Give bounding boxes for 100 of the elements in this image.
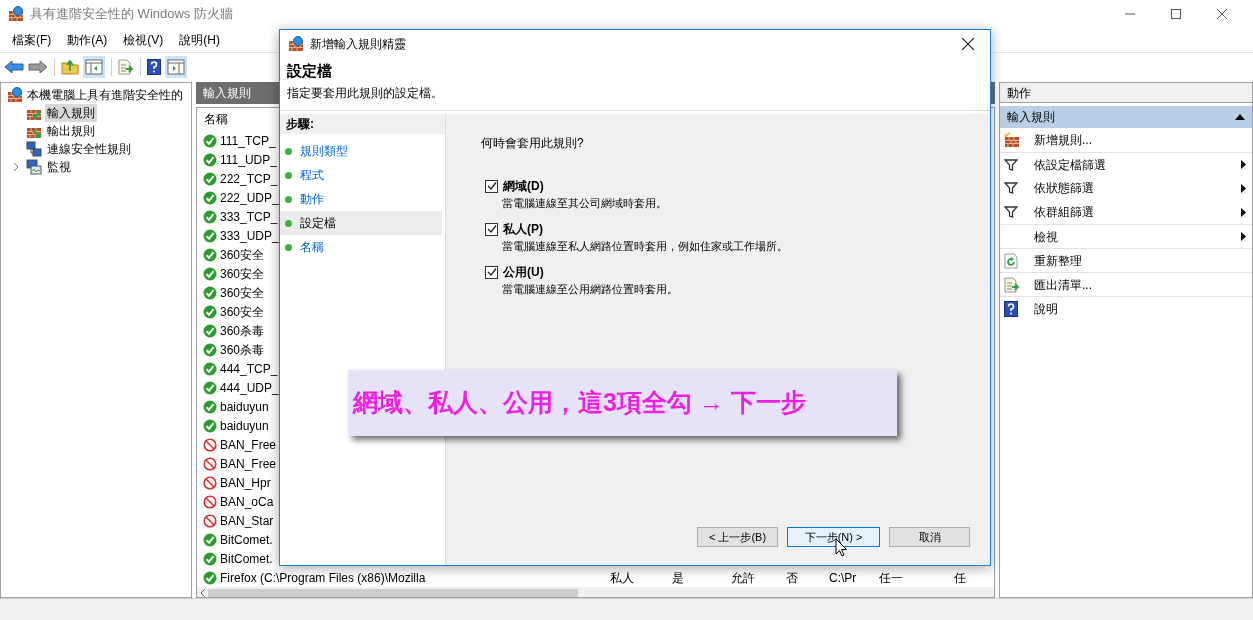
option-label[interactable]: 私人(P) — [503, 220, 543, 238]
rule-name: 222_TCP_ — [220, 170, 278, 188]
checkbox[interactable] — [485, 265, 498, 279]
rule-name: BAN_Star — [220, 512, 274, 530]
action-item[interactable]: 檢視 — [1034, 227, 1058, 246]
horizontal-scrollbar[interactable] — [197, 587, 994, 597]
check-icon — [203, 285, 217, 300]
action-item[interactable]: 匯出清單... — [1034, 275, 1092, 294]
page-subtitle: 指定要套用此規則的設定檔。 — [287, 85, 444, 102]
pane-header: 動作 — [1000, 83, 1252, 103]
export-icon — [1004, 276, 1020, 293]
checkbox[interactable] — [485, 179, 498, 193]
rule-name: 360安全 — [220, 265, 265, 283]
tree-pane-icon[interactable] — [83, 55, 105, 78]
check-icon — [203, 323, 217, 338]
step-dot-icon — [285, 219, 292, 227]
check-icon — [203, 266, 217, 281]
wizard-step[interactable]: 規則類型 — [280, 139, 442, 163]
menu-item[interactable]: 動作(A) — [59, 31, 116, 49]
action-item[interactable]: 新增規則... — [1034, 131, 1092, 149]
forward-icon[interactable] — [28, 58, 48, 75]
computers-icon — [26, 141, 42, 157]
question-text: 何時會套用此規則? — [481, 135, 585, 152]
scroll-left-icon[interactable] — [200, 589, 205, 597]
check-icon — [203, 209, 217, 224]
filter-icon — [1004, 181, 1018, 195]
option-label[interactable]: 網域(D) — [503, 177, 544, 195]
expand-icon[interactable] — [12, 162, 20, 172]
rule-name: 222_UDP_ — [220, 189, 279, 207]
option-description: 當電腦連線至私人網路位置時套用，例如住家或工作場所。 — [501, 239, 789, 254]
wizard-step[interactable]: 設定檔 — [280, 211, 442, 235]
tree-item[interactable]: 監視 — [45, 158, 73, 176]
check-icon — [203, 342, 217, 357]
rule-name: 360安全 — [220, 246, 265, 264]
help-icon — [147, 58, 161, 75]
collapse-icon[interactable] — [1235, 114, 1245, 120]
option-label[interactable]: 公用(U) — [503, 263, 544, 281]
check-icon — [203, 399, 217, 414]
action-item[interactable]: 依狀態篩選 — [1034, 179, 1094, 197]
export-icon — [118, 58, 134, 75]
wizard-step[interactable]: 程式 — [280, 163, 442, 187]
tree-root[interactable]: 本機電腦上具有進階安全性的 — [27, 86, 183, 104]
rule-name: BAN_Hpr — [220, 474, 271, 492]
wizard-step[interactable]: 動作 — [280, 187, 442, 211]
rule-name: 360杀毒 — [220, 322, 265, 340]
dialog-button[interactable]: 下一步(N) > — [787, 527, 880, 547]
table-cell-text: 任一 — [879, 569, 904, 587]
check-icon — [203, 133, 217, 148]
rule-name: 444_TCP_ — [220, 360, 278, 378]
wizard-step[interactable]: 名稱 — [280, 235, 442, 259]
folder-up-icon[interactable] — [61, 58, 79, 75]
table-cell-text: C:\Pr — [829, 569, 858, 587]
page-heading: 設定檔 — [287, 61, 333, 81]
window-title: 具有進階安全性的 Windows 防火牆 — [30, 5, 233, 24]
step-dot-icon — [285, 147, 292, 155]
help-icon — [1004, 300, 1018, 317]
table-cell-text: 任 — [954, 569, 967, 587]
maximize-icon — [1171, 9, 1181, 19]
action-item[interactable]: 依群組篩選 — [1034, 203, 1094, 221]
check-icon — [203, 532, 217, 547]
no-entry-icon — [203, 437, 217, 452]
step-dot-icon — [285, 243, 292, 251]
action-pane-icon[interactable] — [165, 55, 187, 78]
check-icon — [203, 570, 217, 585]
back-icon[interactable] — [4, 58, 24, 75]
menu-item[interactable]: 說明(H) — [171, 31, 228, 49]
tree-item[interactable]: 輸出規則 — [45, 122, 97, 140]
action-item[interactable]: 依設定檔篩選 — [1034, 155, 1106, 174]
firewall-icon — [288, 36, 304, 52]
table-cell-text: 否 — [786, 569, 799, 587]
check-icon — [203, 361, 217, 376]
check-icon — [203, 152, 217, 167]
option-description: 當電腦連線至公用網路位置時套用。 — [501, 282, 679, 297]
dialog-title: 新增輸入規則精靈 — [310, 36, 406, 53]
steps-header: 步驟: — [280, 114, 445, 134]
dialog-button[interactable]: < 上一步(B) — [697, 527, 778, 547]
no-entry-icon — [203, 475, 217, 490]
dialog-button[interactable]: 取消 — [889, 527, 970, 547]
no-entry-icon — [203, 456, 217, 471]
menu-item[interactable]: 檔案(F) — [4, 31, 60, 49]
check-icon — [203, 171, 217, 186]
rule-name: baiduyun — [220, 417, 269, 435]
annotation-callout: 網域、私人、公用，這3項全勾 → 下一步 — [348, 370, 897, 436]
checkbox[interactable] — [485, 222, 498, 236]
rule-name: 111_TCP_ — [220, 132, 276, 150]
table-cell-text: 允許 — [731, 569, 756, 587]
rule-name: 111_UDP_ — [220, 151, 277, 169]
tree-item[interactable]: 輸入規則 — [45, 104, 97, 122]
rule-name: BAN_oCa — [220, 493, 274, 511]
tree-item[interactable]: 連線安全性規則 — [45, 140, 133, 158]
menu-item[interactable]: 檢視(V) — [115, 31, 172, 49]
action-item[interactable]: 說明 — [1034, 299, 1058, 318]
rule-name: BitComet. — [220, 531, 273, 549]
column-header[interactable]: 名稱 — [204, 110, 228, 128]
action-item[interactable]: 重新整理 — [1034, 251, 1082, 270]
filter-icon — [1004, 205, 1018, 219]
rule-name: baiduyun — [220, 398, 269, 416]
check-icon — [203, 551, 217, 566]
check-icon — [203, 380, 217, 395]
rule-name: 333_TCP_ — [220, 208, 278, 226]
